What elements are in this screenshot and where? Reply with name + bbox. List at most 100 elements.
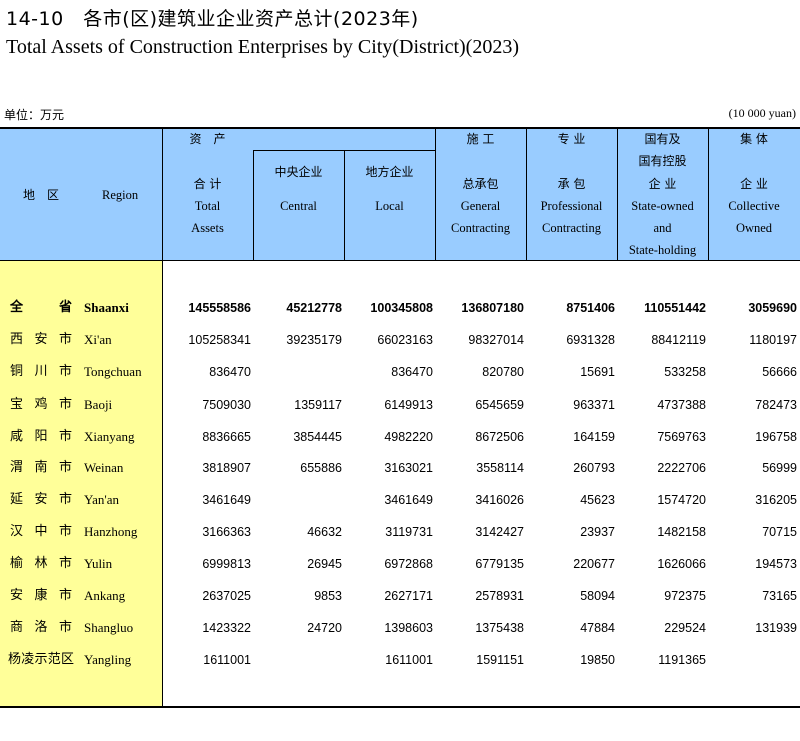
unit-label-english: (10 000 yuan) — [728, 106, 796, 120]
header-assets-group: 资 产 — [189, 132, 226, 146]
cell-general: 1375438 — [475, 621, 524, 635]
cell-general: 8672506 — [475, 430, 524, 444]
region-name-chinese: 商洛市 — [10, 620, 72, 635]
cell-state: 2222706 — [657, 461, 706, 475]
cell-total: 7509030 — [202, 398, 251, 412]
cell-local: 1398603 — [384, 621, 433, 635]
cell-local: 836470 — [391, 365, 433, 379]
cell-local: 66023163 — [377, 333, 433, 347]
cell-collective: 70715 — [762, 525, 797, 539]
header-state-english-1: State-owned — [631, 199, 694, 213]
header-collective-english-2: Owned — [735, 221, 773, 235]
cell-local: 6972868 — [384, 557, 433, 571]
region-name-chinese: 全省 — [10, 300, 72, 315]
cell-general: 3142427 — [475, 525, 524, 539]
cell-professional: 58094 — [580, 589, 615, 603]
cell-general: 2578931 — [475, 589, 524, 603]
cell-collective: 73165 — [762, 589, 797, 603]
cell-total: 2637025 — [202, 589, 251, 603]
cell-state: 1191365 — [658, 653, 706, 667]
cell-general: 3416026 — [475, 493, 524, 507]
cell-collective: 131939 — [755, 621, 797, 635]
region-name-english: Yan'an — [84, 492, 119, 507]
region-name-chinese: 汉中市 — [10, 524, 72, 539]
header-state-chinese-1: 国有及 — [644, 132, 681, 146]
cell-local: 3119731 — [385, 525, 433, 539]
header-collective-chinese-1: 集 体 — [740, 132, 768, 146]
header-professional-english-1: Professional — [540, 199, 603, 213]
cell-professional: 963371 — [573, 398, 615, 412]
cell-professional: 23937 — [580, 525, 615, 539]
region-name-english: Weinan — [84, 460, 124, 475]
cell-state: 1482158 — [657, 525, 706, 539]
cell-state: 1574720 — [657, 493, 706, 507]
header-central-english: Central — [280, 199, 317, 213]
cell-professional: 164159 — [573, 430, 615, 444]
region-name-english: Ankang — [84, 588, 126, 603]
header-general-chinese-2: 总承包 — [462, 177, 499, 191]
cell-general: 3558114 — [476, 461, 524, 475]
region-name-english: Shangluo — [84, 620, 134, 635]
cell-state: 110551442 — [644, 301, 706, 315]
cell-collective: 3059690 — [748, 301, 797, 315]
region-name-english: Yangling — [84, 652, 132, 667]
region-name-english: Yulin — [84, 556, 113, 571]
header-total-english-2: Assets — [191, 221, 224, 235]
region-name-chinese: 铜川市 — [10, 364, 72, 379]
region-name-english: Baoji — [84, 397, 113, 412]
header-total-english-1: Total — [194, 199, 221, 213]
header-professional-english-2: Contracting — [541, 221, 601, 235]
cell-total: 1611001 — [203, 653, 251, 667]
cell-professional: 220677 — [573, 557, 615, 571]
header-local-english: Local — [375, 199, 404, 213]
region-name-chinese: 杨凌示范区 — [8, 652, 74, 667]
cell-general: 136807180 — [461, 301, 524, 315]
cell-local: 100345808 — [370, 301, 433, 315]
cell-local: 1611001 — [385, 653, 433, 667]
cell-professional: 6931328 — [566, 333, 615, 347]
region-name-chinese: 咸阳市 — [10, 429, 72, 444]
cell-total: 3818907 — [202, 461, 251, 475]
header-state-chinese-2: 国有控股 — [638, 154, 687, 168]
cell-central: 24720 — [307, 621, 342, 635]
cell-state: 229524 — [664, 621, 706, 635]
region-name-english: Shaanxi — [84, 300, 129, 315]
cell-total: 836470 — [209, 365, 251, 379]
region-name-chinese: 榆林市 — [10, 556, 72, 571]
header-general-chinese-1: 施 工 — [466, 132, 495, 146]
cell-professional: 8751406 — [566, 301, 615, 315]
cell-local: 4982220 — [384, 430, 433, 444]
region-name-chinese: 安康市 — [10, 588, 72, 603]
cell-general: 98327014 — [468, 333, 524, 347]
header-general-english-2: Contracting — [450, 221, 510, 235]
region-name-english: Xianyang — [84, 429, 135, 444]
unit-label-chinese: 单位：万元 — [4, 108, 65, 122]
region-name-english: Hanzhong — [84, 524, 138, 539]
cell-professional: 15691 — [580, 365, 615, 379]
page-title-english: Total Assets of Construction Enterprises… — [6, 36, 519, 58]
cell-central: 45212778 — [286, 301, 342, 315]
header-collective-chinese-2: 企 业 — [740, 177, 768, 191]
cell-local: 2627171 — [384, 589, 433, 603]
cell-collective: 316205 — [755, 493, 797, 507]
region-column-background — [0, 261, 162, 707]
header-total-chinese: 合 计 — [193, 177, 222, 191]
header-region-english: Region — [102, 188, 139, 202]
header-local-chinese: 地方企业 — [365, 165, 414, 179]
region-name-english: Xi'an — [84, 332, 112, 347]
cell-professional: 47884 — [580, 621, 615, 635]
cell-collective: 1180197 — [749, 333, 797, 347]
cell-collective: 782473 — [755, 398, 797, 412]
cell-general: 820780 — [482, 365, 524, 379]
cell-total: 8836665 — [202, 430, 251, 444]
cell-total: 145558586 — [188, 301, 251, 315]
cell-central: 655886 — [300, 461, 342, 475]
cell-collective: 56666 — [762, 365, 797, 379]
cell-professional: 45623 — [580, 493, 615, 507]
cell-state: 1626066 — [657, 557, 706, 571]
header-state-english-3: State-holding — [628, 243, 697, 257]
cell-state: 533258 — [664, 365, 706, 379]
cell-central: 9853 — [314, 589, 342, 603]
cell-state: 7569763 — [657, 430, 706, 444]
header-state-english-2: and — [653, 221, 672, 235]
